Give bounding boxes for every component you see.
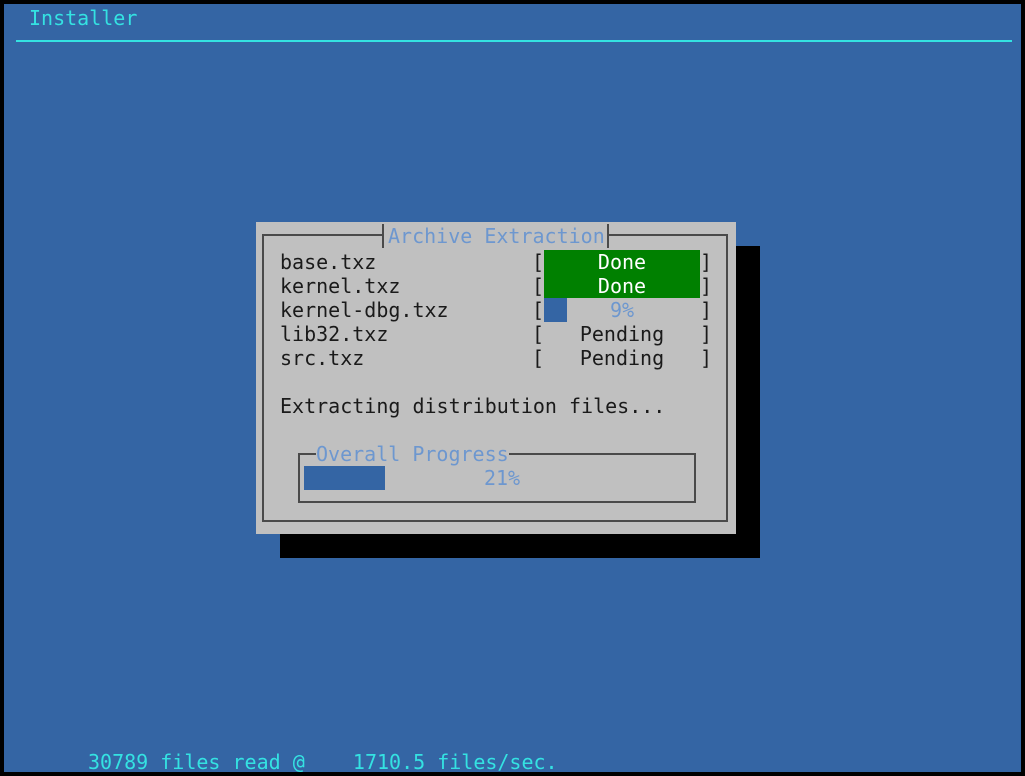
overall-progress-title: Overall Progress <box>316 442 509 466</box>
item-bracket-close: ] <box>700 274 713 298</box>
status-message: Extracting distribution files... <box>280 394 666 418</box>
footer-status: 30789 files read @ 1710.5 files/sec. <box>88 750 558 774</box>
title-divider <box>16 40 1012 42</box>
item-status-label: Done <box>597 250 647 274</box>
item-status-lib32: Pending <box>544 322 700 346</box>
item-bracket-close: ] <box>700 250 713 274</box>
item-bracket-close: ] <box>700 346 713 370</box>
installer-screen: Installer Archive Extraction base.txz [ … <box>4 4 1021 774</box>
item-status-label: Pending <box>579 322 665 346</box>
overall-progress-bar: 21% <box>304 466 688 490</box>
item-status-label: Pending <box>579 346 665 370</box>
item-status-kernel: Done <box>544 274 700 298</box>
item-name-kernel: kernel.txz <box>280 274 401 298</box>
item-bracket-open: [ <box>532 346 545 370</box>
archive-extraction-dialog: Archive Extraction base.txz [ Done ] ker… <box>256 222 736 534</box>
item-bracket-open: [ <box>532 322 545 346</box>
item-bracket-close: ] <box>700 322 713 346</box>
item-bracket-close: ] <box>700 298 713 322</box>
dialog-title: Archive Extraction <box>382 224 609 248</box>
item-status-base: Done <box>544 250 700 274</box>
item-status-label: Done <box>597 274 647 298</box>
item-name-base: base.txz <box>280 250 377 274</box>
item-bracket-open: [ <box>532 250 545 274</box>
item-bracket-open: [ <box>532 274 545 298</box>
item-bracket-open: [ <box>532 298 545 322</box>
app-title: Installer <box>29 6 138 30</box>
overall-progress-percent: 21% <box>483 466 521 490</box>
item-status-kernel-dbg: 9% <box>544 298 700 322</box>
item-name-lib32: lib32.txz <box>280 322 389 346</box>
item-status-src: Pending <box>544 346 700 370</box>
item-status-label: 9% <box>609 298 635 322</box>
item-name-src: src.txz <box>280 346 365 370</box>
item-name-kernel-dbg: kernel-dbg.txz <box>280 298 449 322</box>
